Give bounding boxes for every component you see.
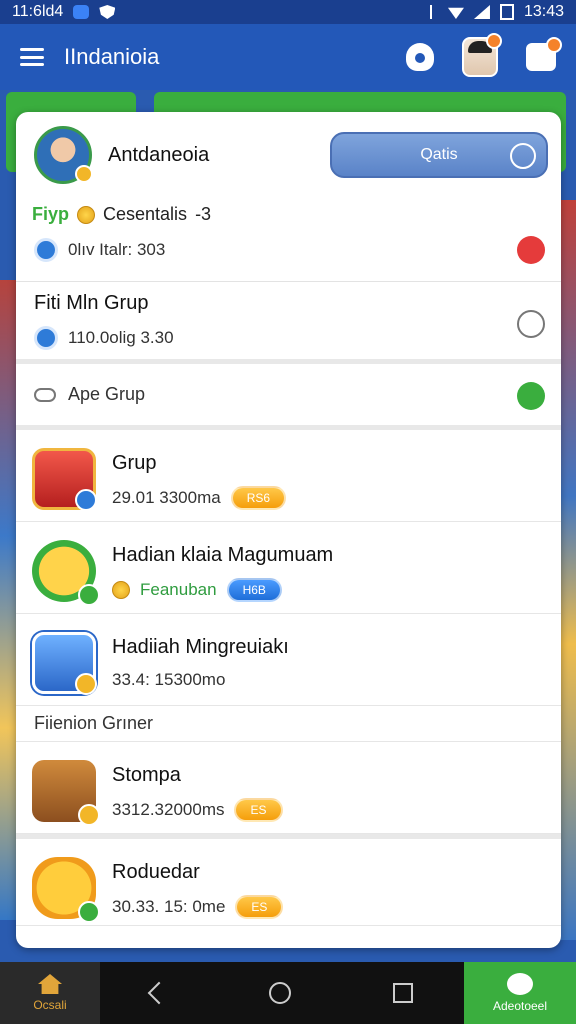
- list-item[interactable]: Stompa 3312.32000ms ES: [16, 742, 561, 834]
- item-title: Roduedar: [112, 861, 200, 883]
- app-title: IIndanioia: [64, 44, 160, 69]
- back-icon[interactable]: [147, 981, 171, 1005]
- level-coin-text: Cesentalis: [103, 204, 188, 224]
- status-time-left: 11:6ld4: [12, 3, 64, 20]
- status-badge[interactable]: RS6: [230, 486, 287, 510]
- item-sub-text: Feanuban: [140, 580, 217, 599]
- check-circle-icon[interactable]: [517, 310, 545, 338]
- chat-icon: [507, 973, 533, 995]
- shield-icon: [99, 5, 116, 19]
- home-icon[interactable]: [406, 43, 434, 71]
- bottom-nav-bar: Ocsali Adeotoeel: [0, 962, 576, 1024]
- group-sub-text: 110.0olig 3.30: [68, 328, 174, 347]
- nav-chat-label: Adeotoeel: [492, 999, 548, 1013]
- treasure-chest-icon: [32, 760, 100, 826]
- status-badge[interactable]: ES: [235, 895, 284, 919]
- group-title: Fiti Mln Grup: [34, 292, 149, 314]
- item-sub: 30.33. 15: 0me ES: [112, 895, 284, 919]
- coin-icon: [112, 581, 130, 599]
- location-icon[interactable]: [517, 382, 545, 410]
- level-value: -3: [195, 204, 212, 224]
- profile-sub-text: 0lıv Italr: 303: [68, 240, 166, 259]
- item-title: Hadian klaia Magumuam: [112, 544, 334, 566]
- group-row[interactable]: Fiti Mln Grup 110.0olig 3.30: [16, 282, 561, 364]
- status-badge[interactable]: ES: [234, 798, 283, 822]
- ape-group-title: Ape Grup: [68, 384, 146, 404]
- item-title: Hadiiah Mingreuiakı: [112, 636, 289, 658]
- item-title: Stompa: [112, 764, 181, 786]
- money-bag-icon: [32, 857, 100, 923]
- list-item[interactable]: Grup 29.01 3300ma RS6: [16, 430, 561, 522]
- chat-badge: [546, 37, 562, 53]
- profile-sub-row: 0lıv Italr: 303: [34, 238, 165, 262]
- bluetooth-icon: [429, 5, 438, 19]
- nav-home-button[interactable]: Ocsali: [0, 962, 100, 1024]
- notification-badge: [486, 33, 502, 49]
- ape-group-row[interactable]: Ape Grup: [16, 364, 561, 430]
- item-sub: 33.4: 15300mo: [112, 670, 225, 690]
- item-sub-text: 30.33. 15: 0me: [112, 897, 226, 916]
- section-label: Fiienion Grıner: [16, 706, 561, 742]
- item-sub-text: 3312.32000ms: [112, 800, 225, 819]
- profile-avatar[interactable]: [34, 126, 93, 184]
- app-bar: IIndanioia: [0, 24, 576, 90]
- badge-icon: [75, 489, 97, 511]
- home-icon: [38, 974, 62, 994]
- facebook-icon: [73, 5, 90, 19]
- menu-icon[interactable]: [20, 48, 44, 66]
- item-title: Grup: [112, 452, 157, 474]
- profile-name: Antdaneoia: [108, 144, 210, 166]
- item-sub: 3312.32000ms ES: [112, 798, 283, 822]
- coin-icon: [78, 804, 100, 826]
- wifi-icon: [447, 7, 464, 19]
- group-sub: 110.0olig 3.30: [34, 326, 174, 350]
- check-icon: [510, 143, 536, 169]
- item-sub-text: 33.4: 15300mo: [112, 670, 226, 689]
- coin-icon: [77, 205, 96, 224]
- item-sub: 29.01 3300ma RS6: [112, 486, 287, 510]
- profile-section: Antdaneoia Qatis Fiyp Cesentalis -3 0lıv…: [16, 112, 561, 282]
- status-bar: 11:6ld4 13:43: [0, 0, 576, 24]
- nav-home-label: Ocsali: [33, 998, 67, 1012]
- battery-icon: [499, 4, 514, 20]
- list-item[interactable]: Hadiiah Mingreuiakı 33.4: 15300mo: [16, 614, 561, 706]
- recent-apps-icon[interactable]: [393, 983, 413, 1003]
- signal-icon: [473, 5, 490, 19]
- main-card: Antdaneoia Qatis Fiyp Cesentalis -3 0lıv…: [16, 112, 561, 948]
- person-icon: [32, 632, 97, 695]
- alert-icon[interactable]: [517, 236, 545, 264]
- info-icon: [34, 238, 58, 262]
- home-circle-icon[interactable]: [269, 982, 291, 1004]
- badge-icon: [78, 584, 100, 606]
- list-item[interactable]: Roduedar 30.33. 15: 0me ES: [16, 834, 561, 926]
- profile-action-label: Qatis: [420, 146, 458, 163]
- status-badge[interactable]: H6B: [226, 578, 282, 602]
- list-item[interactable]: Hadian klaia Magumuam Feanuban H6B: [16, 522, 561, 614]
- link-icon: [34, 387, 56, 402]
- nav-chat-button[interactable]: Adeotoeel: [464, 962, 576, 1024]
- coin-icon: [75, 165, 93, 183]
- info-icon: [34, 326, 58, 350]
- gift-box-icon: [32, 448, 97, 511]
- item-sub: Feanuban H6B: [112, 578, 282, 602]
- level-label: Fiyp: [32, 204, 70, 224]
- smiley-coin-icon: [32, 540, 100, 606]
- status-time-right: 13:43: [523, 3, 564, 20]
- badge-icon: [78, 901, 100, 923]
- item-sub-text: 29.01 3300ma: [112, 488, 221, 507]
- level-row: Fiyp Cesentalis -3: [32, 204, 211, 225]
- profile-action-button[interactable]: Qatis: [330, 132, 548, 178]
- chat-icon[interactable]: [526, 37, 562, 71]
- avatar[interactable]: [462, 33, 502, 77]
- badge-icon: [75, 673, 97, 695]
